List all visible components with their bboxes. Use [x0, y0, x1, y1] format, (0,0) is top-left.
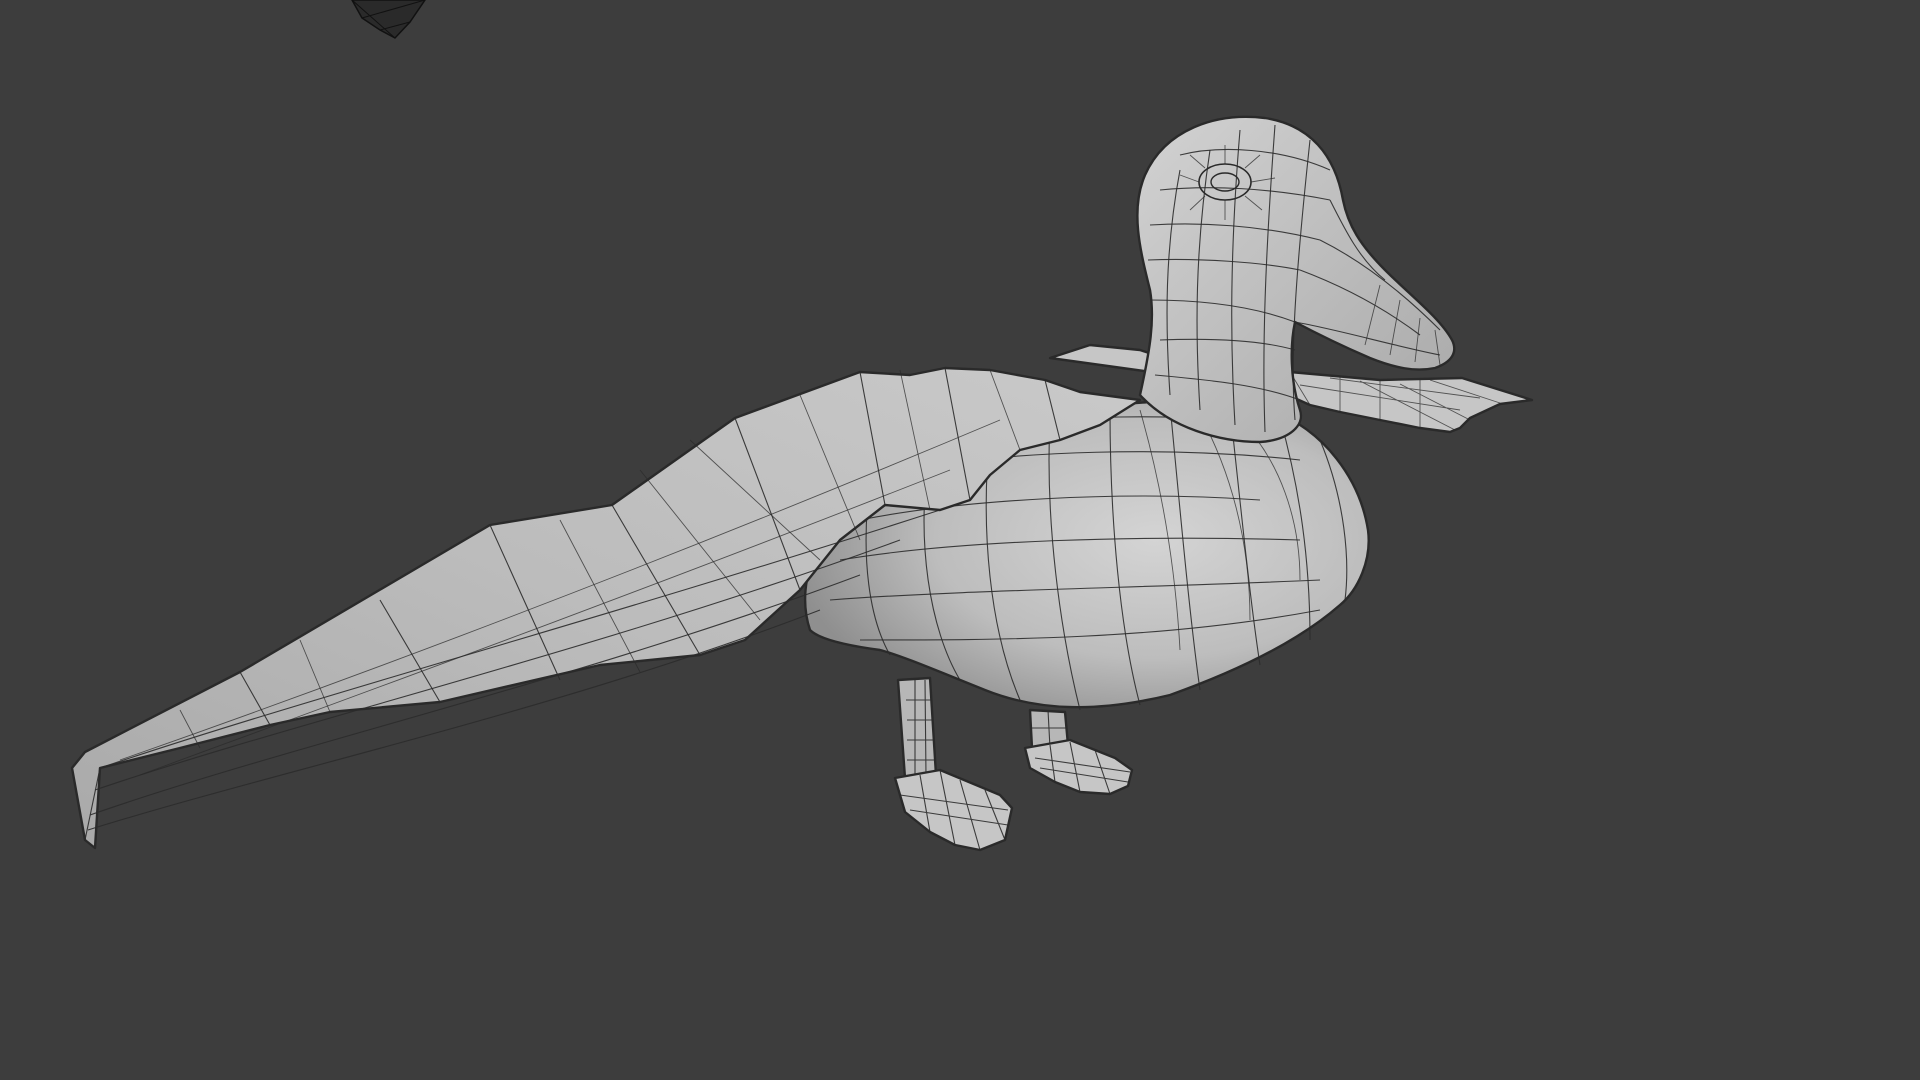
viewport-canvas[interactable]	[0, 0, 1920, 1080]
3d-viewport[interactable]	[0, 0, 1920, 1080]
camera-icon[interactable]	[351, 0, 426, 39]
duck-leg-right[interactable]	[1023, 708, 1134, 796]
duck-leg-left[interactable]	[893, 676, 1014, 852]
